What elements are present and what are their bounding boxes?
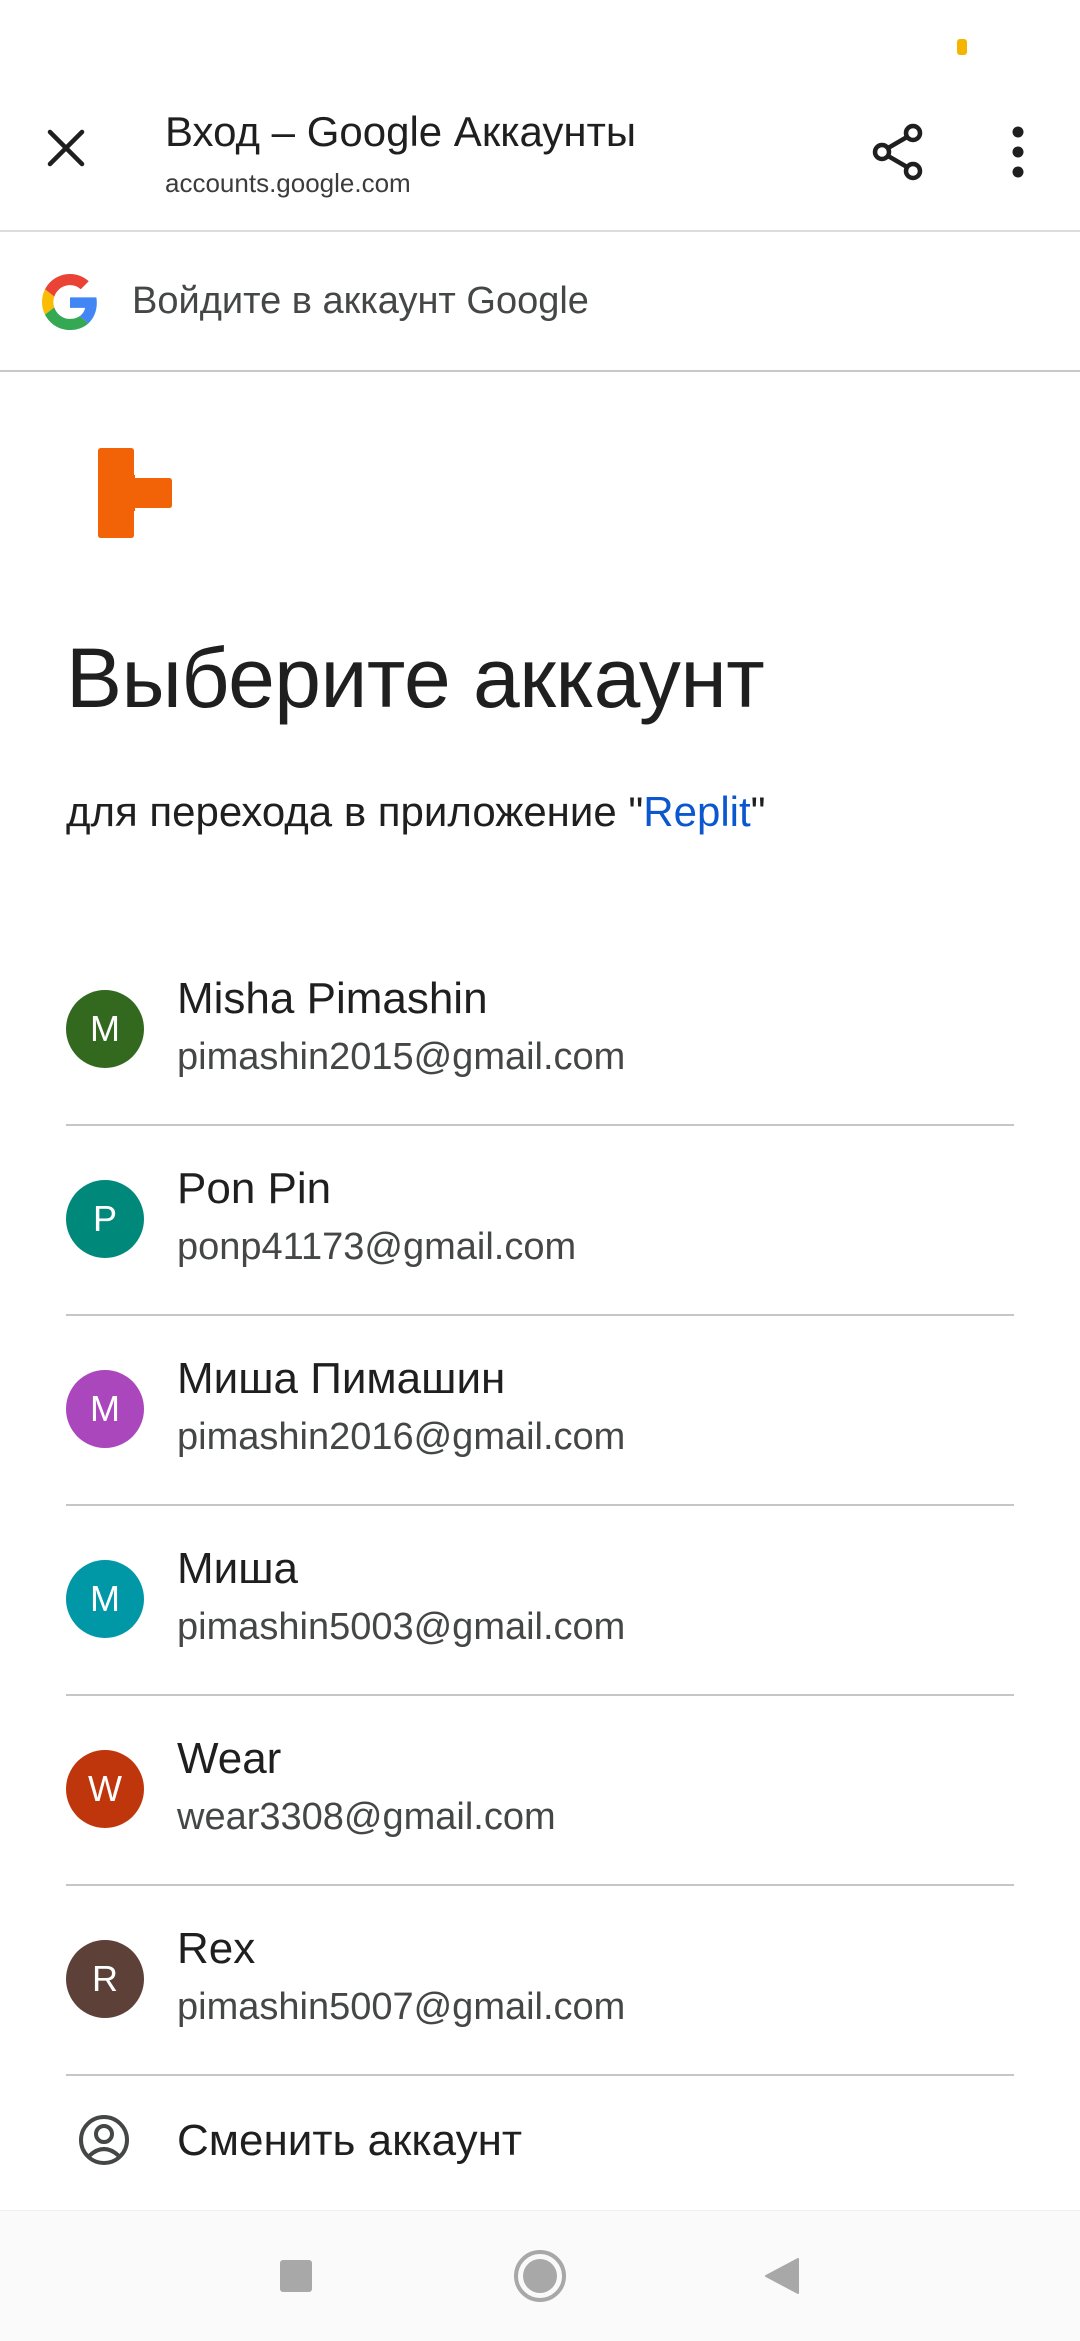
page-title: Вход – Google Аккаунты xyxy=(165,108,637,155)
account-email: pimashin5007@gmail.com xyxy=(177,1986,626,2028)
app-name-link[interactable]: Replit xyxy=(643,788,750,835)
account-name: Миша xyxy=(177,1544,298,1593)
avatar: M xyxy=(66,990,144,1068)
status-indicator-dot xyxy=(957,39,967,55)
more-options-button[interactable] xyxy=(988,120,1048,184)
share-icon xyxy=(872,123,923,181)
account-email: wear3308@gmail.com xyxy=(177,1796,556,1838)
subheading-suffix: " xyxy=(750,788,766,835)
page-url: accounts.google.com xyxy=(165,168,411,198)
close-button[interactable] xyxy=(36,118,96,178)
avatar: M xyxy=(66,1370,144,1448)
account-name: Rex xyxy=(177,1924,256,1973)
avatar: P xyxy=(66,1180,144,1258)
close-icon xyxy=(47,129,85,167)
switch-account-button[interactable]: Сменить аккаунт xyxy=(66,2076,1014,2216)
account-item[interactable]: W Wear wear3308@gmail.com xyxy=(66,1696,1014,1886)
share-button[interactable] xyxy=(866,120,930,184)
google-signin-header: Войдите в аккаунт Google xyxy=(0,232,1080,372)
account-item[interactable]: P Pon Pin ponp41173@gmail.com xyxy=(66,1126,1014,1316)
browser-toolbar: Вход – Google Аккаунты accounts.google.c… xyxy=(0,90,1080,232)
account-email: pimashin2015@gmail.com xyxy=(177,1036,626,1078)
account-item[interactable]: M Миша pimashin5003@gmail.com xyxy=(66,1506,1014,1696)
avatar: M xyxy=(66,1560,144,1638)
account-email: ponp41173@gmail.com xyxy=(177,1226,577,1268)
system-navigation-bar xyxy=(0,2210,1080,2341)
back-button[interactable] xyxy=(750,2244,814,2308)
account-list: M Misha Pimashin pimashin2015@gmail.com … xyxy=(66,936,1014,2216)
account-circle-icon xyxy=(79,2115,129,2165)
triangle-back-icon xyxy=(765,2258,799,2294)
subheading-prefix: для перехода в приложение " xyxy=(66,788,644,835)
switch-account-label: Сменить аккаунт xyxy=(177,2116,523,2165)
account-item[interactable]: M Миша Пимашин pimashin2016@gmail.com xyxy=(66,1316,1014,1506)
more-vert-icon xyxy=(1012,126,1024,178)
account-name: Миша Пимашин xyxy=(177,1354,506,1403)
account-name: Misha Pimashin xyxy=(177,974,488,1023)
avatar: R xyxy=(66,1940,144,2018)
google-g-logo-icon xyxy=(42,274,97,330)
replit-logo xyxy=(98,448,172,538)
account-email: pimashin5003@gmail.com xyxy=(177,1606,626,1648)
status-bar xyxy=(0,0,1080,90)
page-heading: Выберите аккаунт xyxy=(66,631,765,725)
home-button[interactable] xyxy=(508,2244,572,2308)
signin-header-text: Войдите в аккаунт Google xyxy=(132,280,589,322)
square-recents-icon xyxy=(280,2260,312,2292)
account-item[interactable]: M Misha Pimashin pimashin2015@gmail.com xyxy=(66,936,1014,1126)
account-email: pimashin2016@gmail.com xyxy=(177,1416,626,1458)
recents-button[interactable] xyxy=(264,2244,328,2308)
account-name: Wear xyxy=(177,1734,282,1783)
circle-home-icon xyxy=(514,2250,566,2302)
page-subheading: для перехода в приложение "Replit" xyxy=(66,788,766,836)
account-name: Pon Pin xyxy=(177,1164,332,1213)
avatar: W xyxy=(66,1750,144,1828)
account-item[interactable]: R Rex pimashin5007@gmail.com xyxy=(66,1886,1014,2076)
